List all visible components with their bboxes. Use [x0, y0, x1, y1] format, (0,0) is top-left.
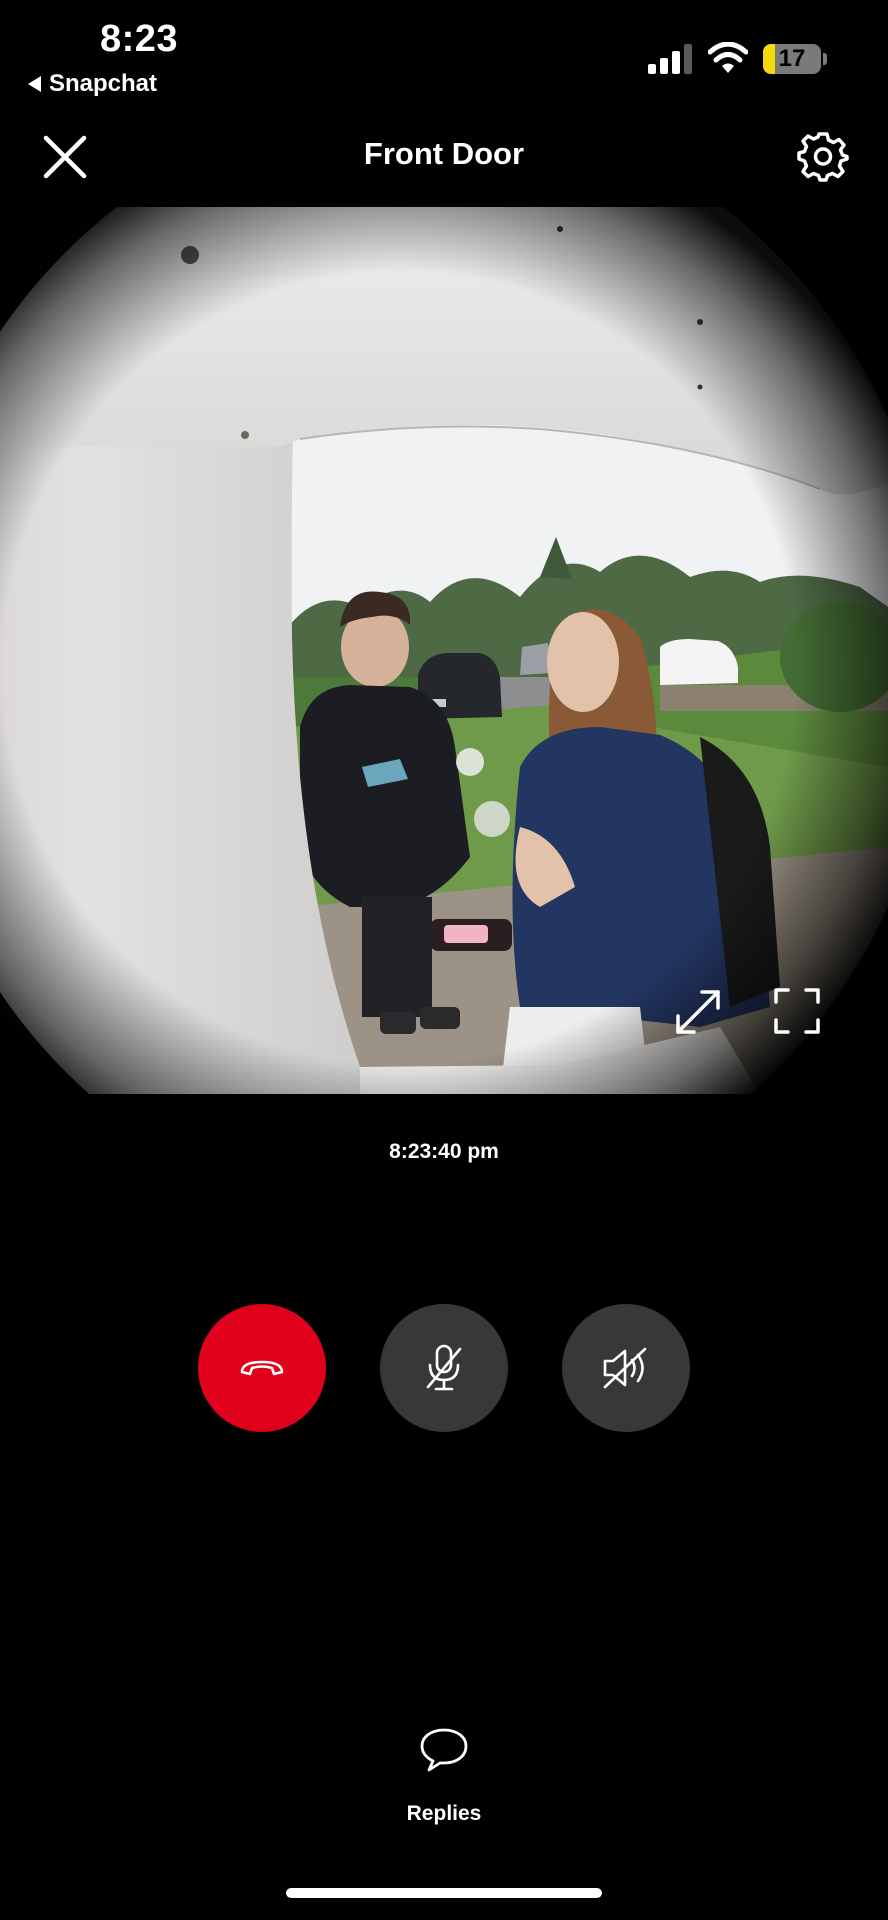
back-triangle-icon — [28, 76, 41, 92]
cellular-signal-icon — [648, 44, 692, 74]
speech-bubble-icon[interactable] — [418, 1726, 470, 1774]
speaker-muted-icon — [603, 1347, 647, 1389]
phone-hangup-icon — [240, 1360, 284, 1376]
battery-level: 17 — [778, 45, 806, 72]
wifi-icon — [708, 42, 748, 73]
hang-up-button[interactable] — [198, 1304, 326, 1432]
home-indicator[interactable] — [286, 1888, 602, 1898]
microphone-muted-icon — [426, 1344, 462, 1391]
battery-icon: 17 — [763, 44, 821, 74]
gear-icon[interactable] — [797, 130, 849, 182]
status-time: 8:23 — [100, 18, 179, 60]
battery-cap — [823, 53, 827, 65]
page-title: Front Door — [363, 136, 525, 171]
replies-label[interactable]: Replies — [0, 1802, 888, 1826]
back-app-label: Snapchat — [49, 70, 158, 97]
doorbell-video-feed[interactable] — [0, 207, 888, 1094]
video-timestamp: 8:23:40 pm — [389, 1140, 499, 1163]
mute-speaker-button[interactable] — [562, 1304, 690, 1432]
fullscreen-icon[interactable] — [772, 986, 822, 1036]
mute-microphone-button[interactable] — [380, 1304, 508, 1432]
back-to-app-link[interactable]: Snapchat — [28, 70, 157, 98]
camera-scene — [0, 207, 888, 1094]
expand-icon[interactable] — [672, 986, 724, 1038]
